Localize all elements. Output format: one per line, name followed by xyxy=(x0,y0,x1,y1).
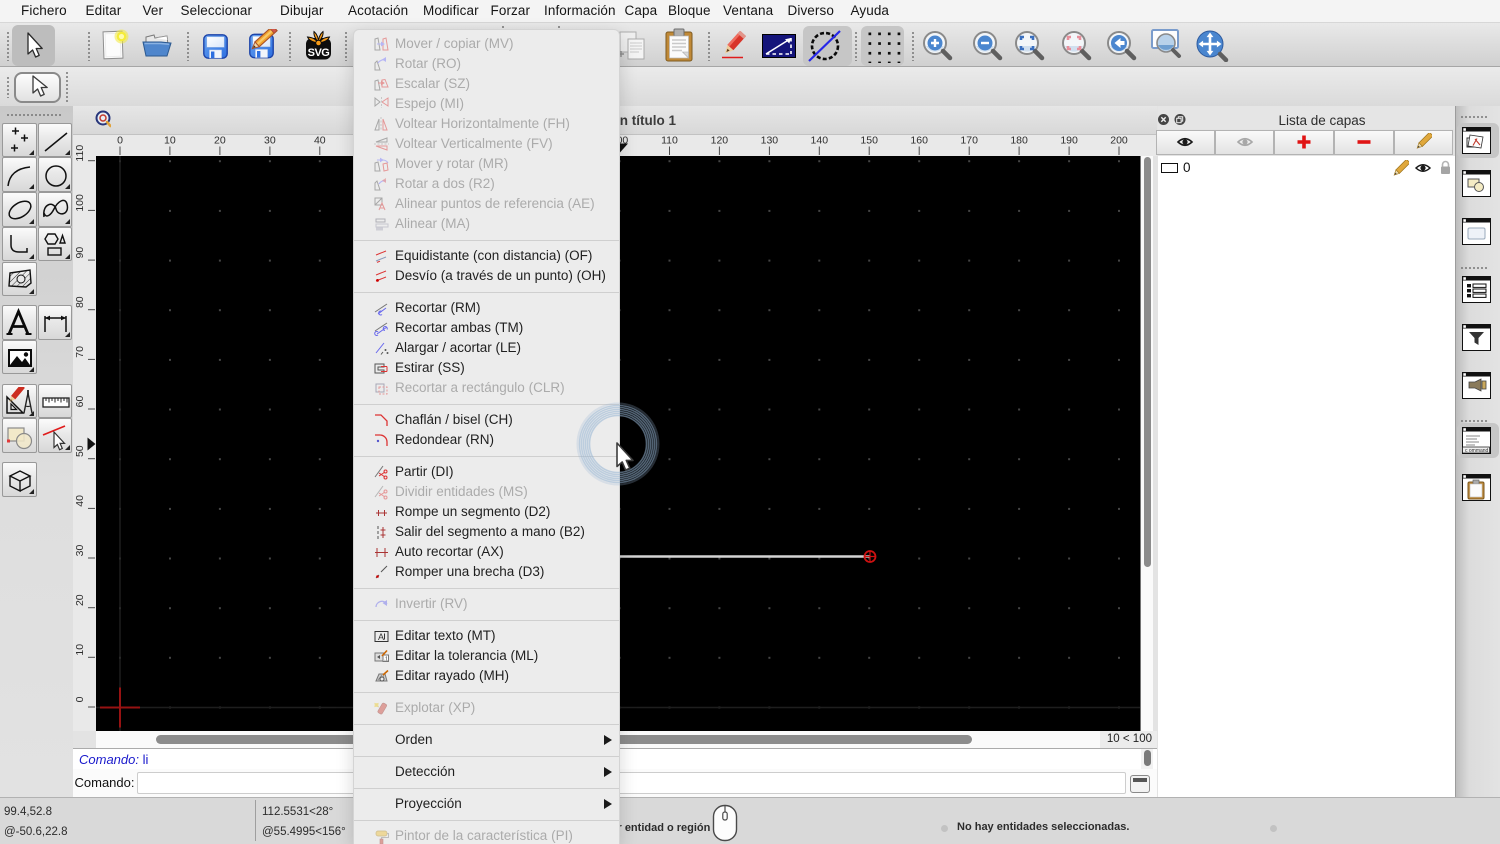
svg-text:c ommand: c ommand xyxy=(1465,448,1489,454)
svg-text:A: A xyxy=(378,632,384,642)
svg-text:SVG: SVG xyxy=(308,47,330,59)
svg-text:.1: .1 xyxy=(384,656,389,662)
